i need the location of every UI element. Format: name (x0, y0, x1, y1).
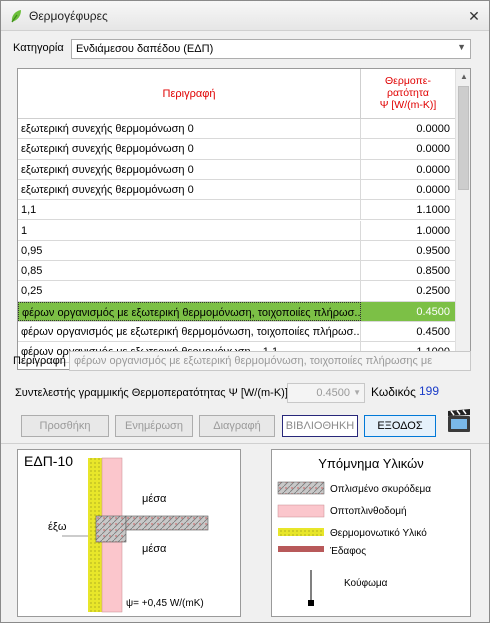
legend-drawing: Υπόμνημα Υλικών Οπλισμένο σκυρόδεμα Οπτο… (277, 456, 431, 606)
detail-drawing-panel: ΕΔΠ-10 μέσα έξω μέσα ψ= +0,45 W/(mK) (17, 449, 241, 617)
exit-button[interactable]: ΕΞΟΔΟΣ (364, 415, 436, 437)
inside-bottom-label: μέσα (142, 543, 167, 555)
legend-swatch-concrete (277, 481, 325, 495)
cell-psi[interactable]: 0.0000 (361, 119, 455, 138)
legend-swatch-soil (278, 546, 324, 552)
scroll-up-icon[interactable]: ▲ (456, 69, 470, 85)
outside-label: έξω (48, 521, 67, 533)
cell-description[interactable]: εξωτερική συνεχής θερμομόνωση 0 (18, 159, 361, 179)
code-label: Κωδικός (371, 385, 416, 399)
video-clapper-icon[interactable] (447, 407, 471, 435)
cell-description[interactable]: εξωτερική συνεχής θερμομόνωση 0 (18, 139, 361, 159)
psi-value: 0.4500 (316, 387, 350, 399)
table-row[interactable]: εξωτερική συνεχής θερμομόνωση 0 0.0000 (18, 119, 455, 140)
window-title: Θερμογέφυρες (29, 9, 108, 23)
concrete-slab (125, 515, 209, 531)
cell-psi[interactable]: 0.4500 (361, 302, 455, 321)
table-row[interactable]: 0,25 0.2500 (18, 281, 455, 302)
app-leaf-icon (11, 10, 21, 23)
description-field[interactable]: φέρων οργανισμός με εξωτερική θερμομόνωσ… (69, 351, 471, 371)
separator (1, 443, 489, 444)
cell-psi[interactable]: 0.8500 (361, 261, 455, 280)
table-row[interactable]: φέρων οργανισμός με εξωτερική θερμομόνωσ… (18, 301, 455, 322)
legend-item-soil: Έδαφος (329, 546, 366, 557)
table-row[interactable]: 0,85 0.8500 (18, 261, 455, 282)
thermal-bridges-window: Θερμογέφυρες ✕ Κατηγορία Ενδιάμεσου δαπέ… (0, 0, 490, 623)
legend-item-insulation: Θερμομονωτικό Υλικό (330, 527, 427, 539)
column-header-description[interactable]: Περιγραφή (18, 69, 361, 119)
cell-psi[interactable]: 0.9500 (361, 241, 455, 260)
grid-header: Περιγραφή Θερμοπε- ρατότητα Ψ [W/(m-K)] (18, 69, 455, 119)
cell-description[interactable]: φέρων οργανισμός με εξωτερική θερμομόνωσ… (18, 301, 361, 321)
cell-description[interactable]: 1,1 (18, 200, 361, 220)
category-select[interactable]: Ενδιάμεσου δαπέδου (ΕΔΠ) ▼ (71, 39, 471, 59)
legend-item-brick: Οπτοπλινθοδομή (330, 505, 407, 517)
description-label: Περιγραφή (13, 355, 66, 367)
column-header-psi-line1: Θερμοπε- (385, 75, 431, 87)
cell-psi[interactable]: 0.0000 (361, 139, 455, 158)
legend-item-frame: Κούφωμα (344, 577, 388, 589)
delete-button[interactable]: Διαγραφή (199, 415, 275, 437)
cell-psi[interactable]: 0.0000 (361, 180, 455, 199)
cell-description[interactable]: 0,95 (18, 240, 361, 261)
cell-psi[interactable]: 1.0000 (361, 221, 455, 240)
code-value: 199 (419, 384, 440, 398)
psi-field[interactable]: 0.4500 ▼ (287, 383, 365, 403)
materials-legend-panel: Υπόμνημα Υλικών Οπλισμένο σκυρόδεμα Οπτο… (271, 449, 471, 617)
table-row[interactable]: εξωτερική συνεχής θερμομόνωση 0 0.0000 (18, 179, 455, 201)
column-header-psi-line2: ρατότητα (387, 87, 429, 99)
add-button[interactable]: Προσθήκη (21, 415, 109, 437)
title-bar: Θερμογέφυρες ✕ (1, 1, 489, 31)
cell-psi[interactable]: 0.2500 (361, 281, 455, 300)
table-row[interactable]: εξωτερική συνεχής θερμομόνωση 0 0.0000 (18, 159, 455, 180)
cell-description[interactable]: 1 (18, 220, 361, 240)
library-button[interactable]: ΒΙΒΛΙΟΘΗΚΗ (282, 415, 358, 437)
cell-psi[interactable]: 0.4500 (361, 322, 455, 341)
column-header-psi[interactable]: Θερμοπε- ρατότητα Ψ [W/(m-K)] (361, 69, 455, 119)
psi-label: Συντελεστής γραμμικής Θερμοπερατότητας Ψ… (15, 387, 288, 399)
detail-drawing: ΕΔΠ-10 μέσα έξω μέσα ψ= +0,45 W/(mK) (24, 453, 209, 613)
legend-item-concrete: Οπλισμένο σκυρόδεμα (330, 483, 431, 495)
column-header-psi-line3: Ψ [W/(m-K)] (379, 99, 437, 111)
inside-top-label: μέσα (142, 493, 167, 505)
update-button[interactable]: Ενημέρωση (115, 415, 193, 437)
cell-description[interactable]: εξωτερική συνεχής θερμομόνωση 0 (18, 179, 361, 200)
chevron-down-icon: ▼ (353, 388, 361, 397)
chevron-down-icon: ▼ (457, 42, 466, 52)
legend-swatch-insulation (278, 528, 324, 536)
grid-scrollbar[interactable]: ▲ ▼ (455, 69, 470, 369)
table-row[interactable]: 0,95 0.9500 (18, 240, 455, 262)
cell-description[interactable]: 0,25 (18, 281, 361, 301)
close-button[interactable]: ✕ (465, 7, 483, 25)
table-row[interactable]: φέρων οργανισμός με εξωτερική θερμομόνωσ… (18, 322, 455, 343)
thermal-bridges-grid[interactable]: Περιγραφή Θερμοπε- ρατότητα Ψ [W/(m-K)] … (17, 68, 471, 370)
category-value: Ενδιάμεσου δαπέδου (ΕΔΠ) (76, 43, 214, 55)
table-row[interactable]: εξωτερική συνεχής θερμομόνωση 0 0.0000 (18, 139, 455, 160)
scroll-thumb[interactable] (458, 86, 469, 190)
cell-description[interactable]: 0,85 (18, 261, 361, 281)
concrete-beam (95, 515, 127, 543)
legend-title: Υπόμνημα Υλικών (318, 456, 424, 471)
table-row[interactable]: 1,1 1.1000 (18, 200, 455, 221)
cell-psi[interactable]: 0.0000 (361, 160, 455, 179)
psi-annotation: ψ= +0,45 W/(mK) (126, 598, 204, 609)
cell-description[interactable]: εξωτερική συνεχής θερμομόνωση 0 (18, 119, 361, 139)
table-row[interactable]: 1 1.0000 (18, 220, 455, 241)
cell-psi[interactable]: 1.1000 (361, 200, 455, 219)
legend-swatch-brick (277, 504, 325, 518)
cell-description[interactable]: φέρων οργανισμός με εξωτερική θερμομόνωσ… (18, 322, 361, 342)
category-label: Κατηγορία (13, 42, 64, 54)
detail-code: ΕΔΠ-10 (24, 453, 73, 469)
